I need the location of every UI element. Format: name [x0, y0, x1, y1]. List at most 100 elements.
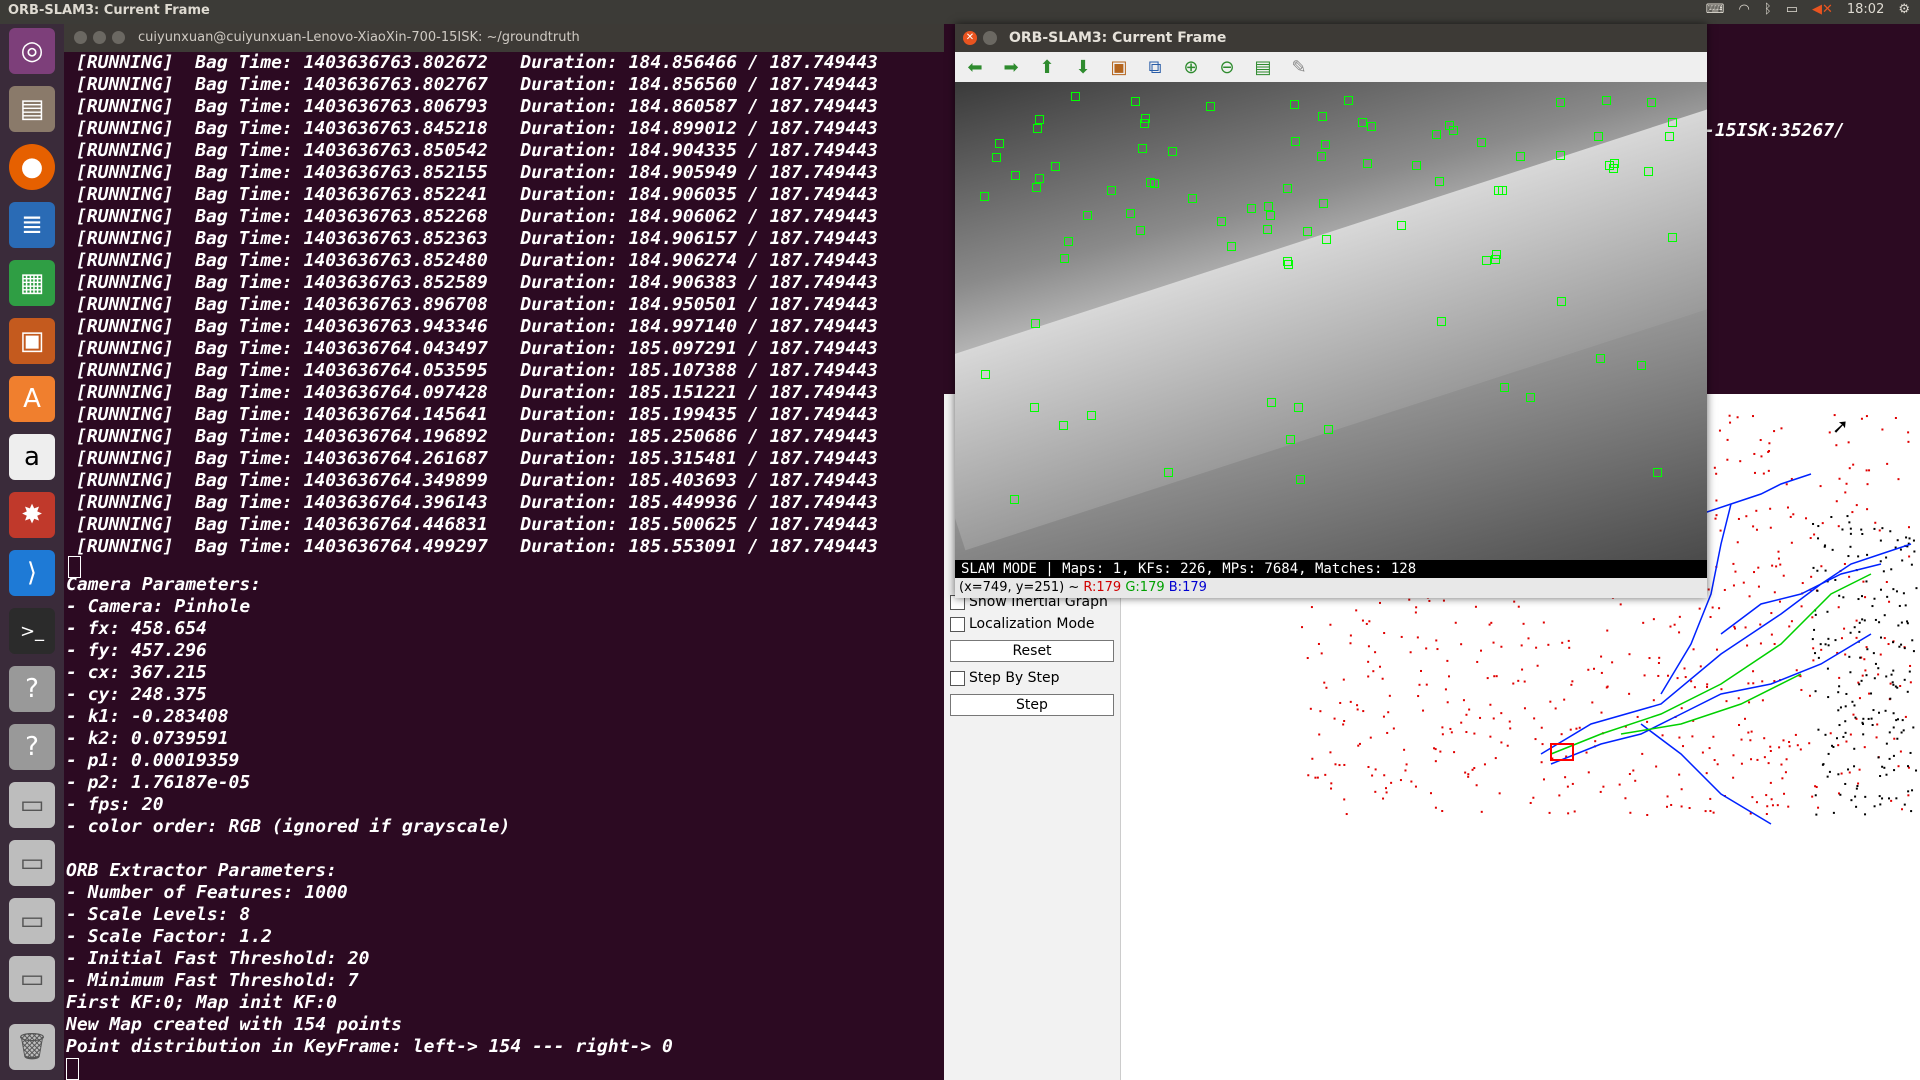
reset-button[interactable]: Reset	[950, 640, 1114, 662]
drive-icon[interactable]: ▭	[9, 840, 55, 886]
terminal-titlebar[interactable]: cuiyunxuan@cuiyunxuan-Lenovo-XiaoXin-700…	[64, 24, 944, 52]
close-button[interactable]	[74, 31, 87, 44]
map-point	[1909, 681, 1912, 684]
arrow-right-icon[interactable]: ➡	[999, 55, 1023, 79]
map-point	[1847, 555, 1850, 558]
map-point	[1718, 429, 1721, 432]
step-by-step-checkbox[interactable]	[950, 670, 965, 686]
map-point	[1907, 794, 1910, 797]
keypoint-marker	[1216, 216, 1226, 226]
map-point	[1329, 751, 1332, 754]
vscode-icon[interactable]: ⟩	[9, 550, 55, 596]
map-point	[1600, 711, 1603, 714]
map-point	[1820, 648, 1823, 651]
map-point	[1844, 731, 1847, 734]
map-point	[1840, 772, 1843, 775]
map-point	[1778, 600, 1781, 603]
image-icon[interactable]: ▣	[1107, 55, 1131, 79]
zoom-in-icon[interactable]: ⊕	[1179, 55, 1203, 79]
drive-icon[interactable]: ▭	[9, 782, 55, 828]
map-point	[1883, 614, 1886, 617]
keypoint-marker	[1664, 131, 1674, 141]
map-point	[1500, 741, 1503, 744]
wifi-icon[interactable]: ◠	[1739, 2, 1750, 17]
unknown-app-icon[interactable]: ?	[9, 724, 55, 770]
map-point	[1715, 499, 1718, 502]
terminal-icon[interactable]: >_	[9, 608, 55, 654]
firefox-icon[interactable]: ●	[9, 144, 55, 190]
map-point	[1628, 692, 1631, 695]
map-point	[1657, 662, 1660, 665]
keyboard-icon[interactable]: ⌨	[1706, 2, 1725, 17]
amazon-icon[interactable]: a	[9, 434, 55, 480]
localization-mode-row[interactable]: Localization Mode	[950, 616, 1095, 632]
writer-icon[interactable]: ≣	[9, 202, 55, 248]
zoom-fit-icon[interactable]: ⧉	[1143, 55, 1167, 79]
map-point	[1805, 517, 1808, 520]
maximize-button[interactable]	[112, 31, 125, 44]
arrow-up-icon[interactable]: ⬆	[1035, 55, 1059, 79]
ubuntu-logo-icon[interactable]: ◎	[9, 28, 55, 74]
map-point	[1736, 416, 1739, 419]
drive-icon[interactable]: ▭	[9, 956, 55, 1002]
map-point	[1712, 735, 1715, 738]
keypoint-marker	[1125, 208, 1135, 218]
map-point	[1910, 563, 1913, 566]
map-point	[1837, 744, 1840, 747]
drive-icon[interactable]: ▭	[9, 898, 55, 944]
minimize-button[interactable]	[93, 31, 106, 44]
map-point	[1860, 679, 1863, 682]
clock[interactable]: 18:02	[1847, 2, 1884, 17]
map-point	[1755, 528, 1758, 531]
settings-icon[interactable]: ✸	[9, 492, 55, 538]
close-button[interactable]: ✕	[963, 31, 977, 45]
battery-icon[interactable]: ▭	[1786, 2, 1798, 17]
terminal-line: [RUNNING] Bag Time: 1403636763.802672 Du…	[76, 52, 878, 73]
step-button[interactable]: Step	[950, 694, 1114, 716]
map-point	[1521, 668, 1524, 671]
map-point	[1316, 776, 1319, 779]
map-point	[1548, 811, 1551, 814]
map-point	[1868, 469, 1871, 472]
map-point	[1855, 619, 1858, 622]
frame-titlebar[interactable]: ✕ ORB-SLAM3: Current Frame	[955, 24, 1707, 52]
unknown-app-icon[interactable]: ?	[9, 666, 55, 712]
map-point	[1844, 653, 1847, 656]
minimize-button[interactable]	[983, 31, 997, 45]
map-point	[1349, 634, 1352, 637]
files-icon[interactable]: ▤	[9, 86, 55, 132]
map-point	[1301, 626, 1304, 629]
map-point	[1439, 750, 1442, 753]
map-point	[1858, 697, 1861, 700]
map-point	[1434, 806, 1437, 809]
bluetooth-icon[interactable]: ᛒ	[1764, 2, 1772, 17]
keypoint-marker	[995, 139, 1005, 149]
map-point	[1600, 671, 1603, 674]
map-point	[1390, 781, 1393, 784]
volume-muted-icon[interactable]: ◀✕	[1812, 2, 1833, 17]
map-point	[1719, 529, 1722, 532]
calc-icon[interactable]: ▦	[9, 260, 55, 306]
keypoint-marker	[1033, 123, 1042, 133]
software-center-icon[interactable]: A	[9, 376, 55, 422]
keypoint-marker	[1140, 114, 1150, 124]
arrow-down-icon[interactable]: ⬇	[1071, 55, 1095, 79]
localization-mode-checkbox[interactable]	[950, 616, 965, 632]
map-point	[1434, 760, 1437, 763]
step-by-step-row[interactable]: Step By Step	[950, 670, 1060, 686]
zoom-out-icon[interactable]: ⊖	[1215, 55, 1239, 79]
impress-icon[interactable]: ▣	[9, 318, 55, 364]
current-frame-window[interactable]: ✕ ORB-SLAM3: Current Frame ⬅ ➡ ⬆ ⬇ ▣ ⧉ ⊕…	[955, 24, 1707, 598]
terminal-window[interactable]: cuiyunxuan@cuiyunxuan-Lenovo-XiaoXin-700…	[64, 24, 944, 1080]
map-point	[1358, 742, 1361, 745]
map-point	[1517, 605, 1520, 608]
save-icon[interactable]: ▤	[1251, 55, 1275, 79]
trash-icon[interactable]: 🗑	[9, 1024, 55, 1070]
camera-frame-image[interactable]	[955, 82, 1707, 562]
gear-icon[interactable]: ⚙	[1898, 2, 1910, 17]
keypoint-marker	[1492, 250, 1502, 260]
terminal-line: - Scale Factor: 1.2	[66, 926, 272, 947]
map-point	[1716, 763, 1719, 766]
arrow-left-icon[interactable]: ⬅	[963, 55, 987, 79]
brush-icon[interactable]: ✎	[1287, 55, 1311, 79]
